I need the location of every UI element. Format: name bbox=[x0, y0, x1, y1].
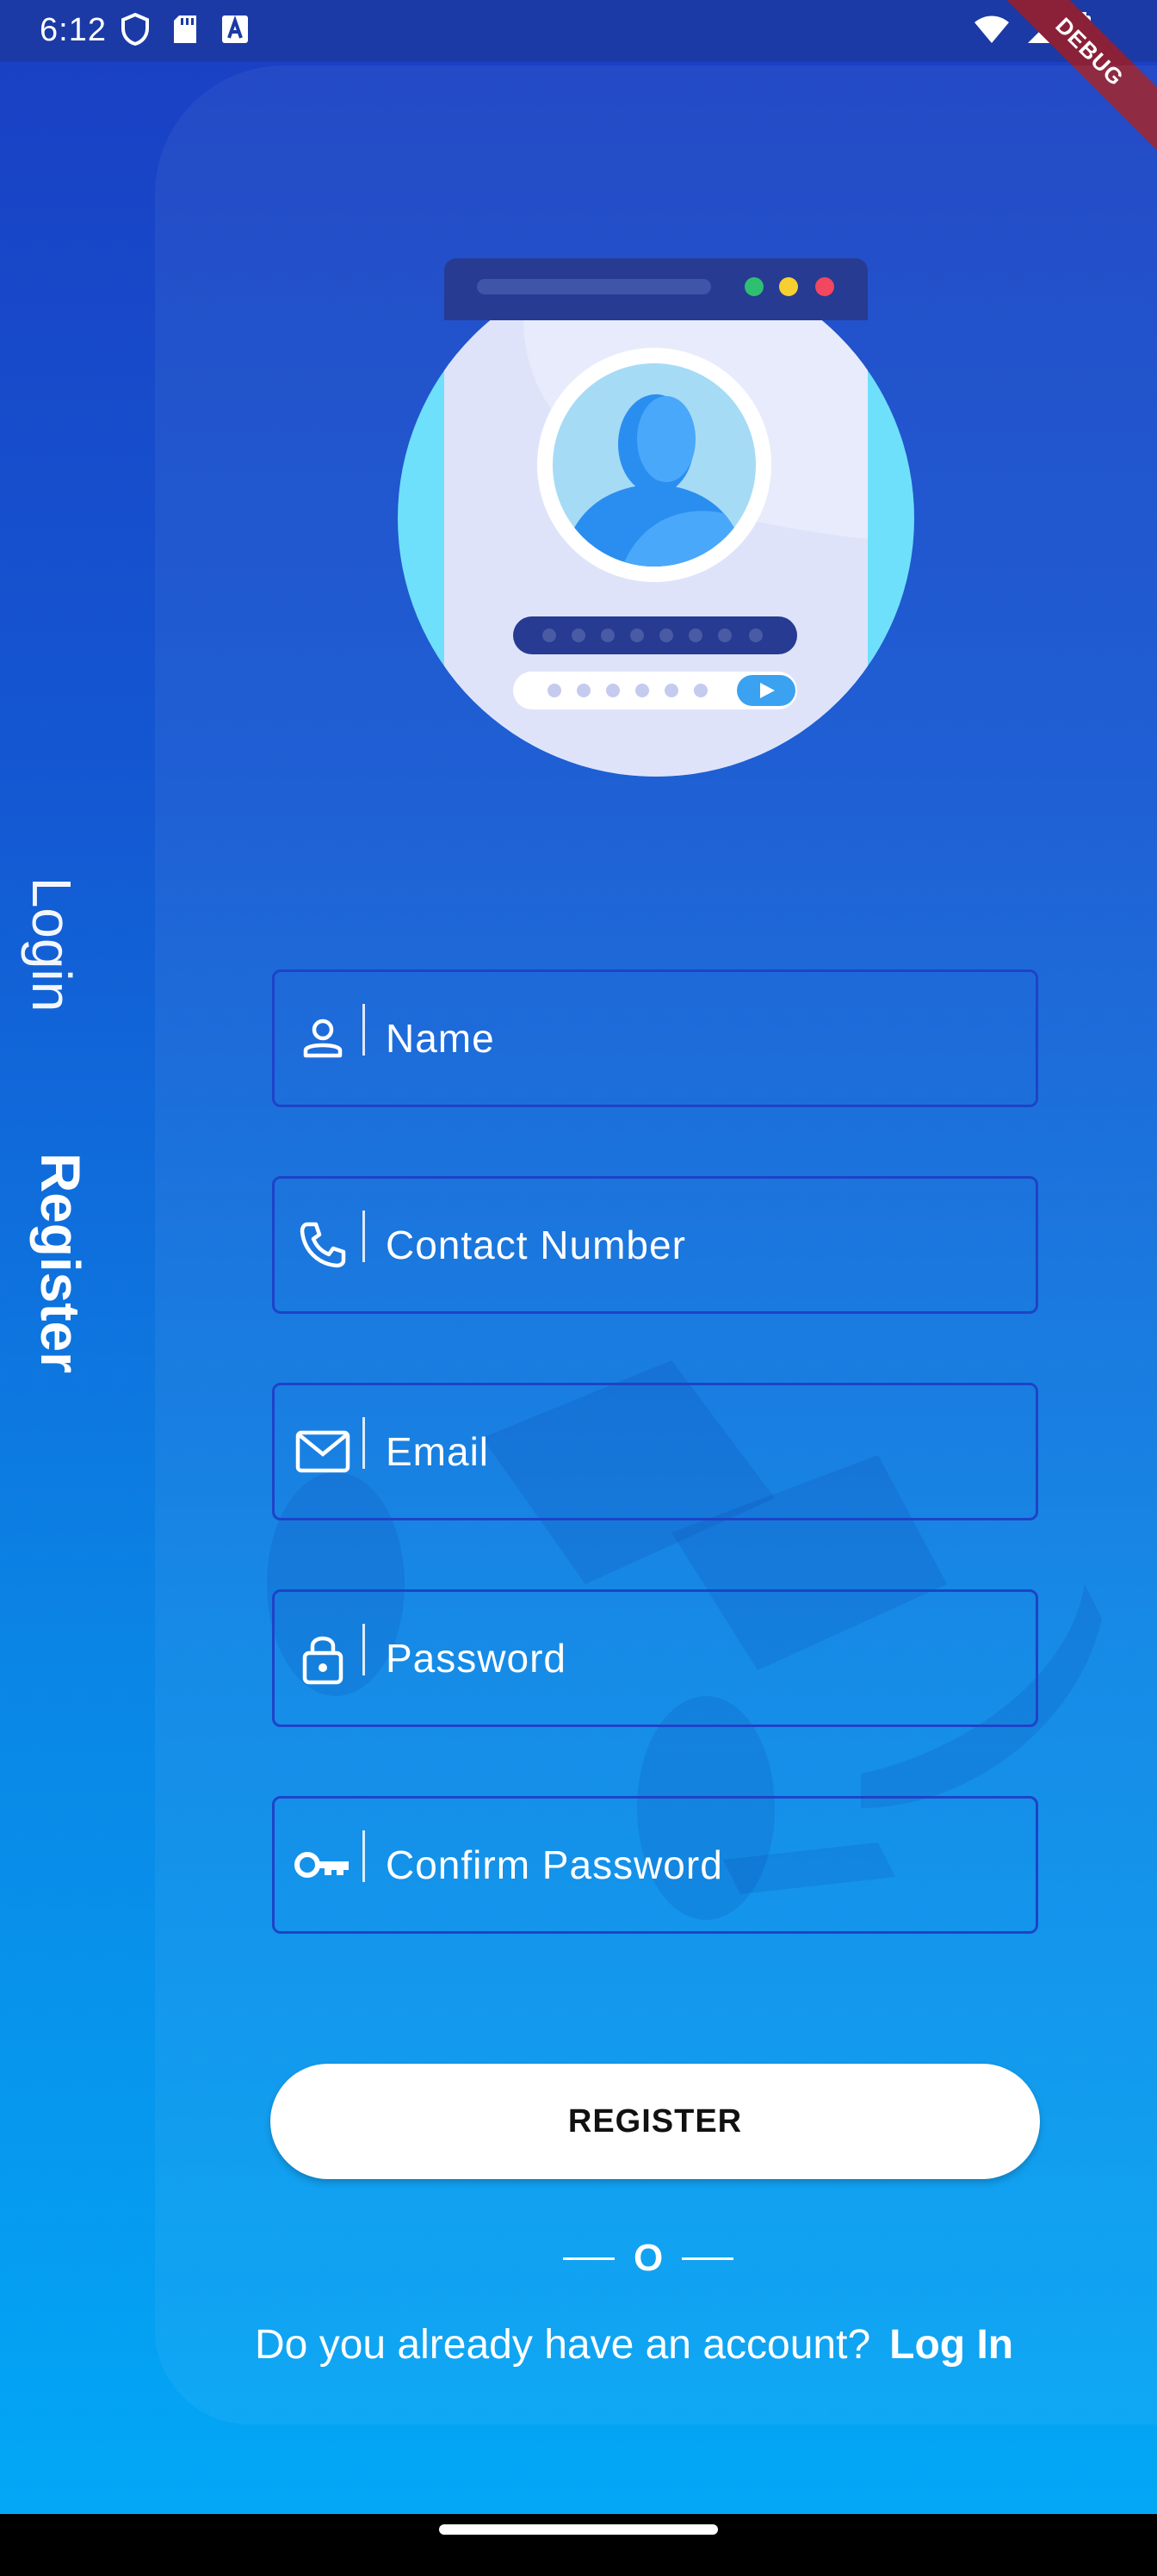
side-tab-register[interactable]: Register bbox=[28, 1142, 92, 1384]
account-question: Do you already have an account? bbox=[255, 2322, 871, 2368]
field-divider bbox=[362, 1830, 365, 1882]
status-bar: 6:12 bbox=[0, 0, 1157, 62]
status-icons-left bbox=[121, 12, 250, 46]
confirm-password-input[interactable]: Confirm Password bbox=[386, 1842, 723, 1888]
or-text: O bbox=[634, 2237, 664, 2279]
field-divider bbox=[362, 1417, 365, 1469]
profile-illustration bbox=[398, 258, 914, 777]
key-icon bbox=[283, 1848, 362, 1882]
name-field[interactable]: Name bbox=[272, 969, 1038, 1107]
side-tab-login[interactable]: Login bbox=[20, 858, 84, 1031]
person-icon bbox=[283, 1014, 362, 1062]
login-link[interactable]: Log In bbox=[889, 2321, 1013, 2369]
name-input[interactable]: Name bbox=[386, 1015, 495, 1062]
field-divider bbox=[362, 1004, 365, 1056]
confirm-password-field[interactable]: Confirm Password bbox=[272, 1796, 1038, 1934]
mail-icon bbox=[283, 1428, 362, 1475]
field-divider bbox=[362, 1624, 365, 1675]
keyboard-icon bbox=[222, 15, 248, 43]
email-input[interactable]: Email bbox=[386, 1428, 489, 1475]
or-divider: O bbox=[563, 2237, 734, 2280]
wifi-icon bbox=[974, 15, 1009, 43]
navigation-bar bbox=[0, 2514, 1157, 2576]
contact-number-field[interactable]: Contact Number bbox=[272, 1176, 1038, 1314]
field-divider bbox=[362, 1211, 365, 1262]
contact-number-input[interactable]: Contact Number bbox=[386, 1222, 686, 1268]
password-field[interactable]: Password bbox=[272, 1589, 1038, 1727]
phone-icon bbox=[283, 1219, 362, 1271]
status-time: 6:12 bbox=[40, 12, 107, 48]
lock-icon bbox=[283, 1631, 362, 1686]
register-button[interactable]: REGISTER bbox=[270, 2064, 1040, 2179]
or-line-left bbox=[563, 2257, 615, 2260]
sd-card-icon bbox=[174, 15, 196, 43]
shield-icon bbox=[121, 12, 149, 46]
password-input[interactable]: Password bbox=[386, 1635, 566, 1681]
or-line-right bbox=[682, 2257, 734, 2260]
account-row: Do you already have an account? Log In bbox=[255, 2321, 1013, 2369]
email-field[interactable]: Email bbox=[272, 1383, 1038, 1520]
home-gesture-handle[interactable] bbox=[439, 2524, 718, 2535]
